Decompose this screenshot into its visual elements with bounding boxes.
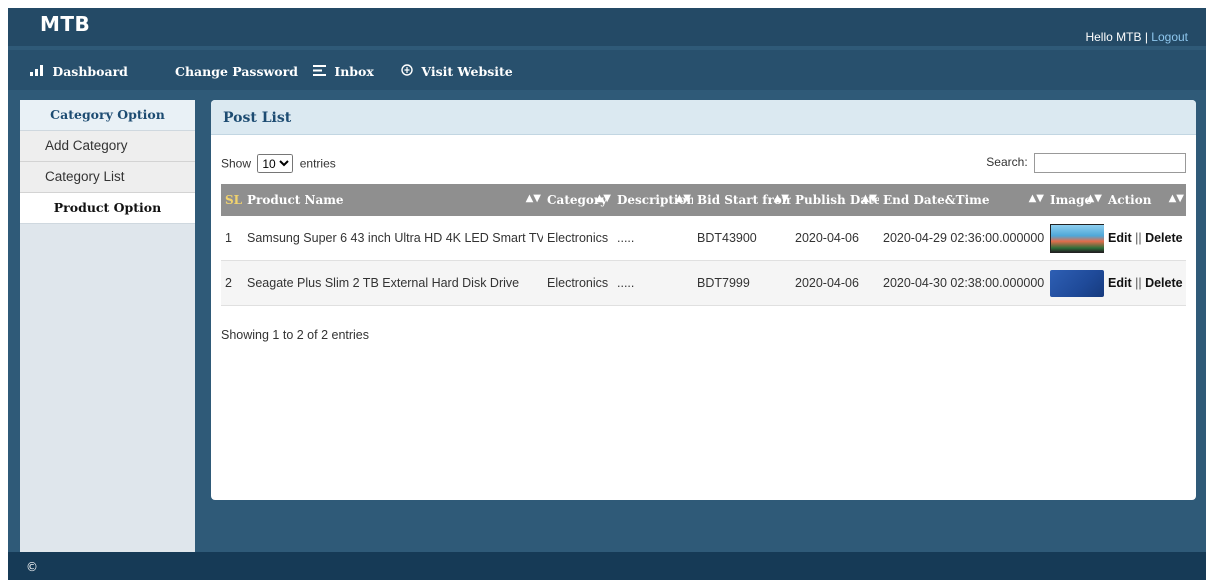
globe-icon [401,64,417,79]
panel-header: Post List [211,100,1196,135]
cell-bid-start: BDT7999 [693,260,791,306]
sort-icon: ▲▼ [675,193,691,204]
table-info: Showing 1 to 2 of 2 entries [221,328,370,342]
logout-link[interactable]: Logout [1151,30,1188,44]
cell-sl: 2 [221,260,243,306]
column-header-end-date[interactable]: End Date&Time ▲▼ [879,184,1046,216]
nav-change-password[interactable]: Change Password [175,64,298,79]
footer: © [8,552,1206,580]
action-separator: || [1135,231,1142,245]
cell-description: ..... [613,216,693,261]
sort-icon: ▲▼ [1028,193,1044,204]
panel-title: Post List [223,110,292,126]
sort-icon: ▲▼ [773,193,789,204]
post-list-panel: Post List Show 10 entries Search: SL Pro… [211,100,1196,500]
nav-inbox[interactable]: Inbox [313,64,374,79]
sidebar-heading-category[interactable]: Category Option [20,100,195,131]
column-header-action[interactable]: Action ▲▼ [1104,184,1186,216]
delete-link[interactable]: Delete [1145,231,1183,245]
cell-bid-start: BDT43900 [693,216,791,261]
column-header-image[interactable]: Image ▲▼ [1046,184,1104,216]
table-row: 2 Seagate Plus Slim 2 TB External Hard D… [221,260,1186,306]
entries-length-control: Show 10 entries [221,154,336,173]
cell-image [1046,216,1104,261]
cell-action: Edit || Delete [1104,260,1186,306]
cell-action: Edit || Delete [1104,216,1186,261]
cell-end-date: 2020-04-29 02:36:00.000000 [879,216,1046,261]
cell-sl: 1 [221,216,243,261]
copyright-text: © [26,560,38,574]
sidebar-item-add-category[interactable]: Add Category [20,131,195,162]
table-row: 1 Samsung Super 6 43 inch Ultra HD 4K LE… [221,216,1186,261]
sidebar-heading-product[interactable]: Product Option [20,193,195,224]
search-input[interactable] [1034,153,1186,173]
column-header-bid-start[interactable]: Bid Start from ▲▼ [693,184,791,216]
sidebar: Category Option Add Category Category Li… [20,100,195,560]
column-header-description[interactable]: Description ▲▼ [613,184,693,216]
table-header-row: SL Product Name ▲▼ Category ▲▼ Description… [221,184,1186,216]
greeting-text: Hello MTB [1085,30,1142,44]
column-header-publish-date[interactable]: Publish Date ▲▼ [791,184,879,216]
tv-thumbnail-image [1050,223,1104,253]
entries-select[interactable]: 10 [257,154,294,173]
brand-logo[interactable]: MTB [40,12,90,36]
column-header-product-name[interactable]: Product Name ▲▼ [243,184,543,216]
inbox-icon [313,64,330,79]
show-label: Show [221,156,252,171]
bar-chart-icon [30,64,48,79]
user-greeting: Hello MTB | Logout [1085,30,1188,44]
sort-icon: ▲▼ [525,193,541,204]
action-separator: || [1135,276,1142,290]
nav-visit-website[interactable]: Visit Website [401,64,513,79]
cell-category: Electronics [543,216,613,261]
app-frame: MTB Hello MTB | Logout Dashboard Change … [8,8,1206,580]
cell-end-date: 2020-04-30 02:38:00.000000 [879,260,1046,306]
sort-icon: ▲▼ [1168,193,1184,204]
entries-label: entries [299,156,336,171]
search-control: Search: [986,153,1186,173]
sort-icon: ▲▼ [861,193,877,204]
nav-visit-website-label: Visit Website [421,64,513,79]
sidebar-item-category-list[interactable]: Category List [20,162,195,193]
sort-icon: ▲▼ [1086,193,1102,204]
cell-category: Electronics [543,260,613,306]
column-label: Action [1108,193,1152,207]
post-table: SL Product Name ▲▼ Category ▲▼ Description… [221,184,1186,306]
nav-dashboard-label: Dashboard [52,64,128,79]
top-bar: MTB Hello MTB | Logout [8,8,1206,46]
greeting-separator: | [1144,30,1148,44]
search-label: Search: [986,155,1028,170]
edit-link[interactable]: Edit [1108,231,1132,245]
cell-image [1046,260,1104,306]
nav-change-password-label: Change Password [175,64,298,79]
hard-disk-thumbnail-image [1050,269,1104,297]
cell-description: ..... [613,260,693,306]
column-label: SL [225,193,243,207]
cell-product-name: Samsung Super 6 43 inch Ultra HD 4K LED … [243,216,543,261]
delete-link[interactable]: Delete [1145,276,1183,290]
column-header-sl[interactable]: SL [221,184,243,216]
sort-icon: ▲▼ [595,193,611,204]
nav-inbox-label: Inbox [334,64,374,79]
cell-product-name: Seagate Plus Slim 2 TB External Hard Dis… [243,260,543,306]
column-label: End Date&Time [883,193,990,207]
nav-bar: Dashboard Change Password Inbox Visit We… [8,50,1206,90]
edit-link[interactable]: Edit [1108,276,1132,290]
column-label: Product Name [247,193,344,207]
cell-publish-date: 2020-04-06 [791,260,879,306]
cell-publish-date: 2020-04-06 [791,216,879,261]
column-header-category[interactable]: Category ▲▼ [543,184,613,216]
nav-dashboard[interactable]: Dashboard [30,64,128,79]
